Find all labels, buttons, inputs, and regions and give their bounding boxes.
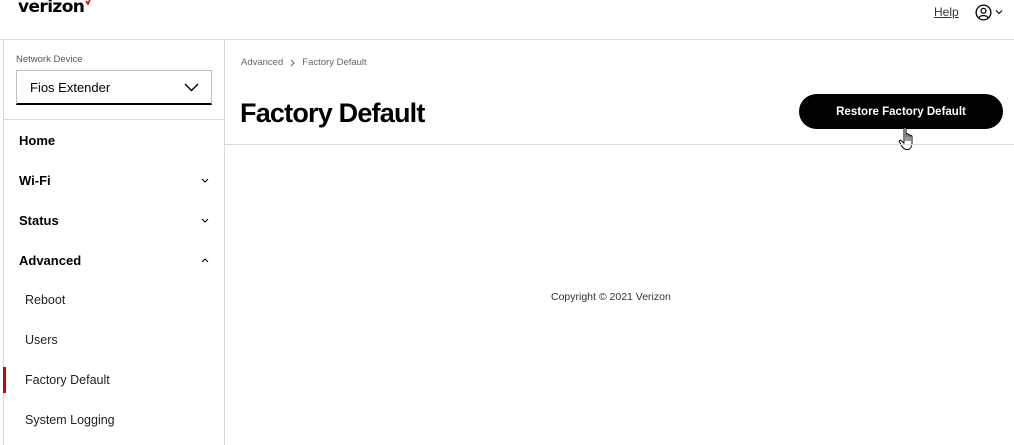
checkmark-icon — [85, 0, 91, 6]
sidebar-item-label: Advanced — [19, 252, 82, 268]
chevron-down-icon — [201, 218, 209, 223]
chevron-down-icon — [201, 178, 209, 183]
copyright-text: Copyright © 2021 Verizon — [551, 291, 671, 303]
sidebar-nav: Home Wi-Fi Status Advanced Reboot Users — [3, 120, 224, 440]
main-content: Advanced Factory Default Factory Default… — [225, 40, 1014, 445]
device-value: Fios Extender — [30, 79, 111, 95]
hand-cursor-icon — [898, 126, 913, 150]
sidebar-item-home[interactable]: Home — [4, 120, 224, 160]
sidebar-item-label: Status — [19, 212, 59, 228]
sidebar-item-label: Home — [19, 132, 56, 148]
sidebar-item-advanced[interactable]: Advanced — [4, 240, 224, 280]
account-menu[interactable] — [975, 3, 1003, 21]
page-title: Factory Default — [240, 98, 425, 128]
chevron-down-icon — [995, 10, 1003, 15]
breadcrumb-current: Factory Default — [302, 57, 367, 68]
chevron-up-icon — [201, 257, 209, 262]
chevron-right-icon — [290, 59, 295, 66]
top-header: verizon Help — [0, 0, 1014, 40]
sidebar-item-wifi[interactable]: Wi-Fi — [4, 160, 224, 200]
logo-text: verizon — [18, 0, 85, 17]
sidebar-item-factory-default[interactable]: Factory Default — [3, 360, 224, 400]
content-divider — [225, 144, 1014, 145]
sidebar-item-label: Reboot — [25, 293, 66, 307]
verizon-logo[interactable]: verizon — [18, 0, 93, 18]
sidebar-item-system-logging[interactable]: System Logging — [4, 400, 224, 440]
sidebar-item-label: Wi-Fi — [19, 172, 51, 188]
sidebar-item-label: System Logging — [25, 413, 115, 427]
device-select[interactable]: Fios Extender — [16, 70, 212, 105]
device-label: Network Device — [16, 54, 83, 65]
user-icon — [975, 3, 992, 21]
sidebar-item-label: Factory Default — [25, 373, 110, 387]
sidebar-item-label: Users — [25, 333, 58, 347]
sidebar-item-reboot[interactable]: Reboot — [4, 280, 224, 320]
help-link[interactable]: Help — [934, 5, 959, 19]
breadcrumb-advanced[interactable]: Advanced — [241, 57, 283, 68]
sidebar: Network Device Fios Extender Home Wi-Fi … — [3, 40, 225, 445]
sidebar-item-status[interactable]: Status — [4, 200, 224, 240]
restore-factory-default-button[interactable]: Restore Factory Default — [799, 94, 1003, 129]
sidebar-item-users[interactable]: Users — [4, 320, 224, 360]
chevron-down-icon — [184, 83, 199, 91]
breadcrumb: Advanced Factory Default — [241, 57, 367, 68]
